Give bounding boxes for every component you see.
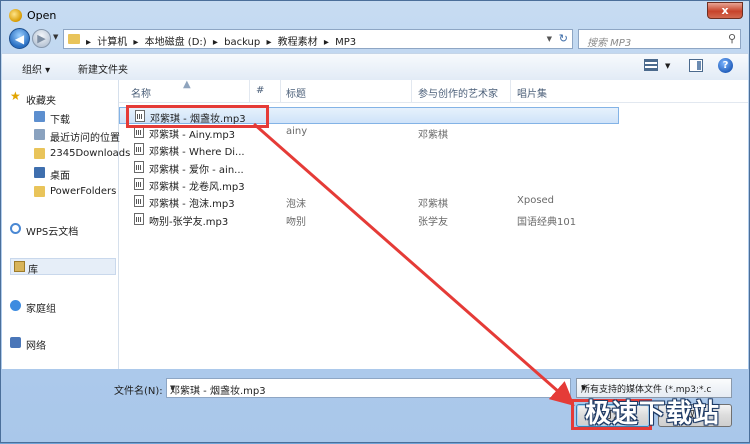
breadcrumb-tutorial[interactable]: 教程素材: [278, 37, 318, 48]
file-title: 泡沫: [286, 199, 306, 210]
cloud-icon: [10, 223, 21, 234]
help-button[interactable]: ?: [718, 58, 733, 73]
list-item[interactable]: 邓紫棋 - 爱你 - ain...: [119, 159, 619, 176]
command-toolbar: 组织 ▾ 新建文件夹 ▼ ?: [2, 53, 748, 81]
file-title: 吻别: [286, 217, 306, 228]
sidebar-item-label: 下载: [50, 115, 70, 126]
folder-icon: [34, 186, 45, 197]
file-artist: 邓紫棋: [418, 199, 448, 210]
star-icon: ★: [10, 89, 21, 103]
sidebar-item-label: WPS云文档: [26, 227, 79, 238]
preview-pane-icon[interactable]: [689, 59, 703, 72]
filename-label: 文件名(N):: [114, 386, 163, 397]
breadcrumb-sep: ▸: [212, 37, 218, 48]
file-highlight-box: [126, 105, 269, 128]
breadcrumb-sep: ▸: [323, 37, 329, 48]
file-name: 邓紫棋 - 龙卷风.mp3: [149, 182, 245, 193]
recent-places-icon: [34, 129, 45, 140]
sort-ascending-icon: ▲: [183, 79, 191, 90]
search-placeholder: 搜索 MP3: [587, 38, 632, 49]
sidebar-item-label: 桌面: [50, 171, 70, 182]
breadcrumb-sep: ▸: [266, 37, 272, 48]
sidebar-item-label: 库: [28, 265, 38, 276]
refresh-icon[interactable]: ↻: [559, 32, 568, 45]
list-item[interactable]: 邓紫棋 - 泡沫.mp3 泡沫 邓紫棋 Xposed: [119, 193, 619, 210]
column-header-number[interactable]: #: [256, 85, 264, 96]
sidebar-item-label: 家庭组: [26, 304, 56, 315]
file-album: Xposed: [517, 195, 555, 206]
app-icon: [9, 9, 22, 22]
folder-icon: [68, 34, 80, 44]
desktop-icon: [34, 167, 45, 178]
audio-file-icon: [134, 213, 144, 225]
watermark: 极速下载站: [585, 399, 721, 429]
window-title: Open: [27, 9, 57, 22]
filename-input[interactable]: 邓紫琪 - 烟盏妆.mp3 ▼: [166, 378, 571, 398]
column-separator[interactable]: [280, 80, 281, 102]
search-input[interactable]: 搜索 MP3 ⚲: [578, 29, 741, 49]
sidebar-item-label: 最近访问的位置: [50, 133, 120, 144]
file-name: 吻别-张学友.mp3: [149, 217, 229, 228]
file-album: 国语经典101: [517, 217, 577, 228]
forward-button[interactable]: ▶: [32, 29, 51, 48]
list-item[interactable]: 邓紫棋 - 龙卷风.mp3: [119, 176, 619, 193]
column-separator[interactable]: [411, 80, 412, 102]
search-icon: ⚲: [727, 32, 736, 45]
sidebar-item-label: PowerFolders: [50, 186, 117, 197]
audio-file-icon: [134, 143, 144, 155]
download-folder-icon: [34, 111, 45, 122]
library-selection: [10, 258, 116, 275]
folder-icon: [34, 148, 45, 159]
view-icon[interactable]: [644, 59, 658, 71]
library-icon: [14, 261, 25, 272]
list-item[interactable]: 吻别-张学友.mp3 吻别 张学友 国语经典101: [119, 211, 619, 228]
open-dialog-window: Open x ◀ ▶ ▼ ▸ 计算机 ▸ 本地磁盘 (D:) ▸ backup …: [0, 0, 750, 443]
file-name: 邓紫棋 - Where Di...: [149, 147, 245, 158]
column-header-artist[interactable]: 参与创作的艺术家: [418, 85, 498, 100]
recent-pages-dropdown[interactable]: ▼: [53, 33, 58, 41]
column-header-name[interactable]: 名称: [131, 85, 151, 100]
back-button[interactable]: ◀: [9, 28, 30, 49]
breadcrumb-computer[interactable]: 计算机: [97, 37, 127, 48]
address-bar[interactable]: ▸ 计算机 ▸ 本地磁盘 (D:) ▸ backup ▸ 教程素材 ▸ MP3 …: [63, 29, 573, 49]
breadcrumb-sep: ▸: [86, 37, 92, 48]
arrow-right-icon: ▶: [37, 32, 46, 45]
audio-file-icon: [134, 195, 144, 207]
title-bar: Open x: [1, 1, 749, 29]
column-separator[interactable]: [249, 80, 250, 102]
homegroup-icon: [10, 300, 21, 311]
navigation-pane: ★ 收藏夹 下载 最近访问的位置 2345Downloads 桌面 PowerF…: [2, 80, 130, 369]
chevron-down-icon[interactable]: ▼: [170, 384, 566, 392]
file-name: 邓紫棋 - 爱你 - ain...: [149, 165, 244, 176]
chevron-down-icon: ▼: [581, 384, 587, 392]
file-title: ainy: [286, 126, 308, 137]
sidebar-item-label: 网络: [26, 341, 46, 352]
file-name: 邓紫棋 - 泡沫.mp3: [149, 199, 235, 210]
breadcrumb-drive-d[interactable]: 本地磁盘 (D:): [145, 37, 207, 48]
file-artist: 张学友: [418, 217, 448, 228]
new-folder-button[interactable]: 新建文件夹: [78, 61, 128, 76]
column-header-album[interactable]: 唱片集: [517, 85, 547, 100]
breadcrumb-sep: ▸: [133, 37, 139, 48]
breadcrumb: ▸ 计算机 ▸ 本地磁盘 (D:) ▸ backup ▸ 教程素材 ▸ MP3: [86, 33, 359, 48]
breadcrumb-backup[interactable]: backup: [224, 37, 260, 48]
sidebar-item-label: 收藏夹: [26, 96, 56, 107]
audio-file-icon: [134, 178, 144, 190]
organize-button[interactable]: 组织 ▾: [22, 61, 50, 76]
navigation-row: ◀ ▶ ▼ ▸ 计算机 ▸ 本地磁盘 (D:) ▸ backup ▸ 教程素材 …: [1, 27, 749, 51]
network-icon: [10, 337, 21, 348]
column-separator[interactable]: [510, 80, 511, 102]
column-header-title[interactable]: 标题: [286, 85, 306, 100]
arrow-left-icon: ◀: [14, 32, 25, 46]
breadcrumb-mp3[interactable]: MP3: [335, 37, 356, 48]
view-dropdown[interactable]: ▼: [665, 62, 670, 70]
file-name: 邓紫琪 - Ainy.mp3: [149, 130, 236, 141]
address-dropdown[interactable]: ▼: [547, 35, 552, 43]
file-artist: 邓紫棋: [418, 130, 448, 141]
list-item[interactable]: 邓紫棋 - Where Di...: [119, 141, 619, 158]
audio-file-icon: [134, 161, 144, 173]
column-header-row: 名称 ▲ # 标题 参与创作的艺术家 唱片集: [119, 79, 748, 103]
content-area: ★ 收藏夹 下载 最近访问的位置 2345Downloads 桌面 PowerF…: [2, 79, 748, 369]
close-button[interactable]: x: [707, 2, 743, 19]
